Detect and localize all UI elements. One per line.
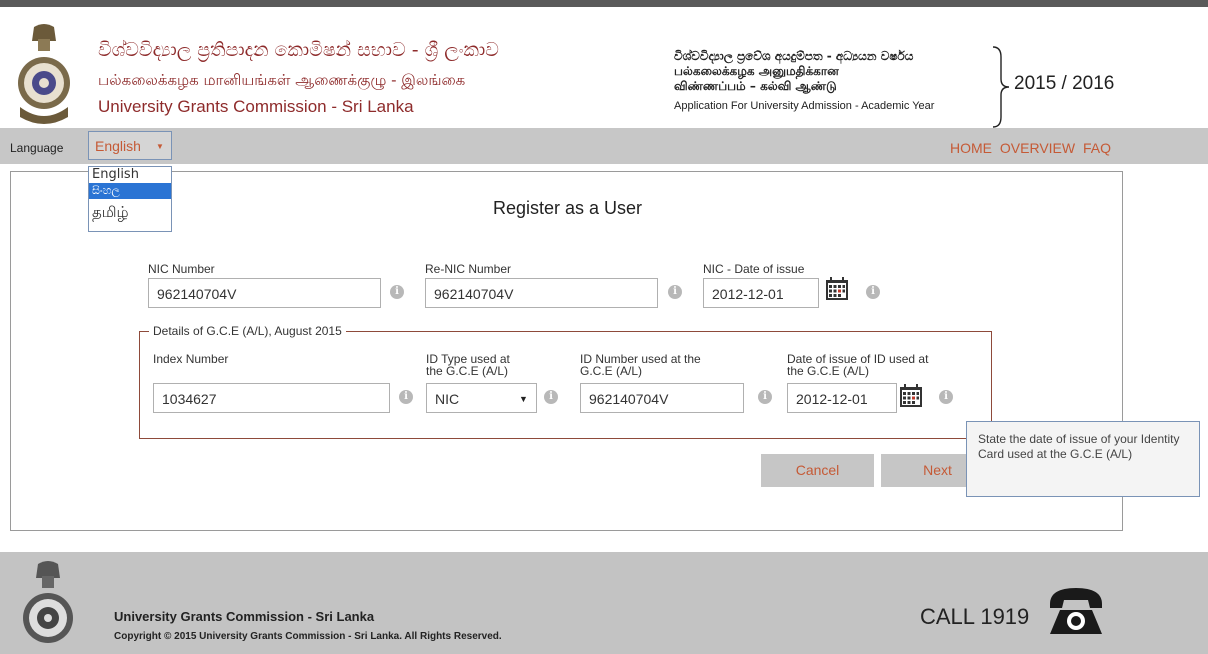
emblem-logo-icon bbox=[18, 24, 70, 124]
info-icon[interactable]: i bbox=[939, 390, 953, 404]
header-title-sinhala: විශ්වවිද්‍යාල ප්‍රතිපාදන කොමිෂන් සභාව - … bbox=[98, 39, 499, 61]
index-number-label: Index Number bbox=[153, 352, 229, 366]
academic-year: 2015 / 2016 bbox=[1014, 73, 1115, 94]
date-issue-tooltip: State the date of issue of your Identity… bbox=[966, 421, 1200, 497]
brace-divider bbox=[992, 46, 1010, 128]
nav-bar: Language English ▼ HOME OVERVIEW FAQ bbox=[0, 128, 1208, 164]
renic-number-input[interactable]: 962140704V bbox=[425, 278, 658, 308]
id-type-label-2: the G.C.E (A/L) bbox=[426, 364, 509, 378]
index-number-input[interactable]: 1034627 bbox=[153, 383, 390, 413]
info-icon[interactable]: i bbox=[544, 390, 558, 404]
call-number: CALL 1919 bbox=[920, 604, 1030, 629]
top-border bbox=[0, 0, 1208, 7]
info-icon[interactable]: i bbox=[668, 285, 682, 299]
language-option-tamil[interactable]: தமிழ் bbox=[89, 199, 171, 229]
header-subtitle-tamil-1: பல்கலைக்கழக அனுமதிக்கான bbox=[674, 64, 839, 78]
chevron-down-icon: ▼ bbox=[519, 394, 528, 404]
emblem-logo-icon bbox=[23, 561, 73, 643]
site-header: විශ්වවිද්‍යාල ප්‍රතිපාදන කොමිෂන් සභාව - … bbox=[0, 7, 1208, 128]
id-number-label-2: G.C.E (A/L) bbox=[580, 364, 643, 378]
nav-link-overview[interactable]: OVERVIEW bbox=[1000, 140, 1075, 156]
language-option-sinhala[interactable]: සිංහල bbox=[89, 183, 171, 199]
language-label: Language bbox=[10, 141, 64, 155]
nic-number-label: NIC Number bbox=[148, 262, 215, 276]
nav-links: HOME OVERVIEW FAQ bbox=[946, 140, 1111, 156]
header-subtitle-english: Application For University Admission - A… bbox=[674, 100, 935, 112]
info-icon[interactable]: i bbox=[399, 390, 413, 404]
header-title-tamil: பல்கலைக்கழக மானியங்கள் ஆணைக்குழு - இலங்க… bbox=[98, 71, 466, 89]
renic-number-label: Re-NIC Number bbox=[425, 262, 512, 276]
header-subtitle-tamil-2: விண்ணப்பம் – கல்வி ஆண்டு bbox=[674, 79, 837, 93]
id-issue-date-input[interactable]: 2012-12-01 bbox=[787, 383, 897, 413]
page-title: Register as a User bbox=[492, 198, 643, 218]
id-issue-date-label-2: the G.C.E (A/L) bbox=[787, 364, 870, 378]
language-dropdown-list: English සිංහල தமிழ் bbox=[88, 166, 172, 232]
register-panel: Register as a User NIC Number 962140704V… bbox=[10, 171, 1123, 531]
calendar-icon[interactable] bbox=[899, 384, 923, 408]
calendar-icon[interactable] bbox=[825, 277, 849, 301]
info-icon[interactable]: i bbox=[390, 285, 404, 299]
gce-details-legend: Details of G.C.E (A/L), August 2015 bbox=[149, 324, 346, 338]
language-select-value: English bbox=[95, 138, 141, 154]
language-option-english[interactable]: English bbox=[89, 167, 171, 183]
nav-link-home[interactable]: HOME bbox=[950, 140, 992, 156]
info-icon[interactable]: i bbox=[758, 390, 772, 404]
nic-issue-date-label: NIC - Date of issue bbox=[703, 262, 805, 276]
cancel-button[interactable]: Cancel bbox=[761, 454, 874, 487]
info-icon[interactable]: i bbox=[866, 285, 880, 299]
header-subtitle-sinhala: විශ්වවිද්‍යාල ප්‍රවේශ අයදුම්පත - අධ්‍යයන… bbox=[674, 49, 914, 63]
chevron-down-icon: ▼ bbox=[156, 142, 164, 151]
phone-icon bbox=[1050, 588, 1102, 634]
footer-copyright: Copyright © 2015 University Grants Commi… bbox=[114, 631, 502, 642]
nav-link-faq[interactable]: FAQ bbox=[1083, 140, 1111, 156]
nic-number-input[interactable]: 962140704V bbox=[148, 278, 381, 308]
footer-org: University Grants Commission - Sri Lanka bbox=[114, 609, 375, 624]
nic-issue-date-input[interactable]: 2012-12-01 bbox=[703, 278, 819, 308]
id-number-input[interactable]: 962140704V bbox=[580, 383, 744, 413]
site-footer: University Grants Commission - Sri Lanka… bbox=[0, 552, 1208, 654]
header-title-english: University Grants Commission - Sri Lanka bbox=[98, 97, 414, 116]
